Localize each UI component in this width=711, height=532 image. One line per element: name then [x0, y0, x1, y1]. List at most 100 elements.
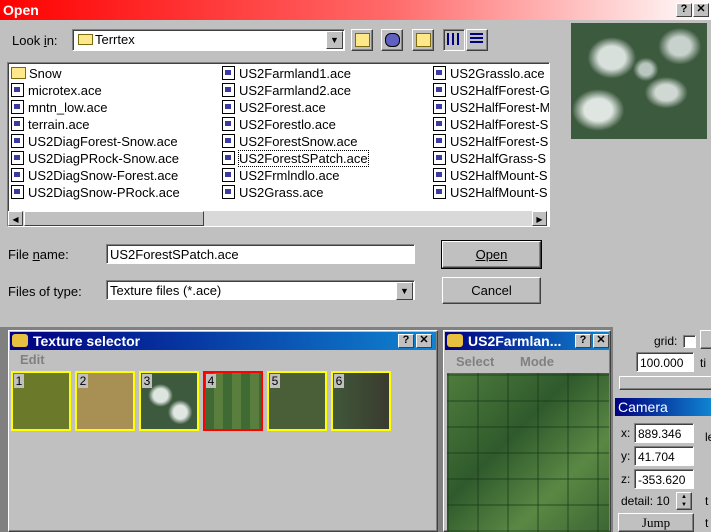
camera-title-bar: Camera: [615, 398, 711, 416]
farmland-texture-view[interactable]: [447, 373, 609, 532]
close-button[interactable]: ✕: [693, 3, 709, 17]
ace-file-icon: [11, 134, 24, 148]
y-label: y:: [621, 449, 631, 463]
list-item[interactable]: US2HalfForest-S: [433, 133, 549, 150]
list-item[interactable]: mntn_low.ace: [11, 99, 180, 116]
texture-tile[interactable]: 1: [11, 371, 71, 431]
close-button[interactable]: ✕: [593, 334, 609, 348]
texture-tile[interactable]: 6: [331, 371, 391, 431]
menu-edit[interactable]: Edit: [20, 352, 45, 367]
ace-file-icon: [433, 151, 446, 165]
list-item[interactable]: US2Forestlo.ace: [222, 116, 368, 133]
list-item[interactable]: Snow: [11, 65, 180, 82]
scroll-thumb[interactable]: [24, 211, 204, 226]
texture-tile[interactable]: 2: [75, 371, 135, 431]
z-label: z:: [621, 472, 631, 486]
chevron-down-icon[interactable]: ▼: [326, 31, 343, 49]
tile-number: 5: [270, 374, 280, 388]
help-button[interactable]: ?: [398, 334, 414, 348]
camera-x-field[interactable]: 889.346: [634, 423, 694, 443]
side-button[interactable]: [700, 330, 711, 349]
folder-icon: [11, 67, 26, 79]
truncated-label: t: [705, 494, 709, 508]
camera-y-field[interactable]: 41.704: [634, 446, 694, 466]
list-item-selected[interactable]: US2ForestSPatch.ace: [222, 150, 369, 167]
tile-number: 1: [14, 374, 24, 388]
list-item[interactable]: US2HalfMount-S: [433, 167, 549, 184]
texture-selector-title-bar[interactable]: Texture selector ? ✕: [10, 332, 436, 350]
tile-number: 3: [142, 374, 152, 388]
new-folder-button[interactable]: [412, 29, 434, 51]
open-button-label: Open: [475, 247, 508, 262]
detail-value: 10: [656, 494, 670, 508]
ace-file-icon: [433, 134, 446, 148]
list-item[interactable]: US2HalfMount-S: [433, 184, 549, 201]
files-of-type-dropdown[interactable]: Texture files (*.ace) ▼: [106, 280, 415, 300]
ace-file-icon: [11, 168, 24, 182]
desktop-button[interactable]: [381, 29, 403, 51]
list-item[interactable]: US2ForestSnow.ace: [222, 133, 368, 150]
list-item[interactable]: US2DiagPRock-Snow.ace: [11, 150, 180, 167]
list-item[interactable]: terrain.ace: [11, 116, 180, 133]
help-button[interactable]: ?: [676, 3, 692, 17]
ace-file-icon: [433, 66, 446, 80]
dialog-title: Open: [3, 2, 39, 18]
look-in-value: Terrtex: [95, 32, 135, 47]
cancel-button[interactable]: Cancel: [442, 277, 541, 304]
grid-size-field[interactable]: 100.000: [636, 352, 694, 372]
grid-label: grid:: [654, 334, 678, 348]
list-item[interactable]: US2Grass.ace: [222, 184, 368, 201]
list-item[interactable]: US2Farmland1.ace: [222, 65, 368, 82]
look-in-dropdown[interactable]: Terrtex ▼: [72, 29, 345, 51]
file-list[interactable]: Snow microtex.ace mntn_low.ace terrain.a…: [7, 62, 550, 227]
help-button[interactable]: ?: [575, 334, 591, 348]
scroll-left-arrow-icon[interactable]: ◀: [8, 211, 23, 226]
app-icon: [12, 334, 28, 347]
up-one-level-button[interactable]: [351, 29, 373, 51]
detail-spinner[interactable]: ▲ ▼: [676, 492, 692, 510]
tile-number: 2: [78, 374, 88, 388]
list-item[interactable]: US2Grasslo.ace: [433, 65, 549, 82]
list-item[interactable]: US2HalfForest-S: [433, 116, 549, 133]
file-name-input[interactable]: US2ForestSPatch.ace: [106, 244, 415, 264]
grid-checkbox[interactable]: [683, 335, 696, 348]
look-in-label-text-end: n:: [46, 33, 58, 48]
preview-title-bar[interactable]: US2Farmlan... ? ✕: [445, 332, 609, 350]
dialog-title-bar[interactable]: Open ? ✕: [0, 0, 711, 20]
texture-selector-title: Texture selector: [33, 333, 141, 349]
texture-tile[interactable]: 3: [139, 371, 199, 431]
file-name-label-hotkey: n: [32, 247, 40, 262]
truncated-label: t: [705, 516, 709, 530]
camera-z-field[interactable]: -353.620: [634, 469, 694, 489]
list-item[interactable]: US2HalfForest-M: [433, 99, 549, 116]
close-button[interactable]: ✕: [416, 334, 432, 348]
list-item[interactable]: US2HalfGrass-S: [433, 150, 549, 167]
list-item[interactable]: US2HalfForest-G: [433, 82, 549, 99]
ace-file-icon: [433, 117, 446, 131]
list-item[interactable]: US2DiagForest-Snow.ace: [11, 133, 180, 150]
chevron-down-icon[interactable]: ▼: [396, 282, 413, 300]
menu-mode[interactable]: Mode: [520, 354, 554, 369]
texture-preview: [571, 23, 707, 139]
ace-file-icon: [433, 83, 446, 97]
list-item[interactable]: US2Frmlndlo.ace: [222, 167, 368, 184]
new-folder-icon: [416, 33, 431, 47]
ace-file-icon: [11, 117, 24, 131]
details-view-button[interactable]: [466, 29, 488, 51]
jump-button[interactable]: Jump: [618, 513, 694, 532]
list-item[interactable]: US2DiagSnow-PRock.ace: [11, 184, 180, 201]
list-item[interactable]: microtex.ace: [11, 82, 180, 99]
list-view-button[interactable]: [443, 29, 465, 51]
horizontal-scrollbar[interactable]: ◀ ▶: [8, 211, 547, 226]
folder-icon: [78, 34, 93, 45]
menu-select[interactable]: Select: [456, 354, 494, 369]
ace-file-icon: [222, 100, 235, 114]
open-button[interactable]: Open: [441, 240, 542, 269]
list-item[interactable]: US2DiagSnow-Forest.ace: [11, 167, 180, 184]
texture-tile[interactable]: 5: [267, 371, 327, 431]
scroll-right-arrow-icon[interactable]: ▶: [532, 211, 547, 226]
list-item[interactable]: US2Farmland2.ace: [222, 82, 368, 99]
list-item[interactable]: US2Forest.ace: [222, 99, 368, 116]
texture-tile-selected[interactable]: 4: [203, 371, 263, 431]
up-folder-icon: [355, 33, 370, 47]
